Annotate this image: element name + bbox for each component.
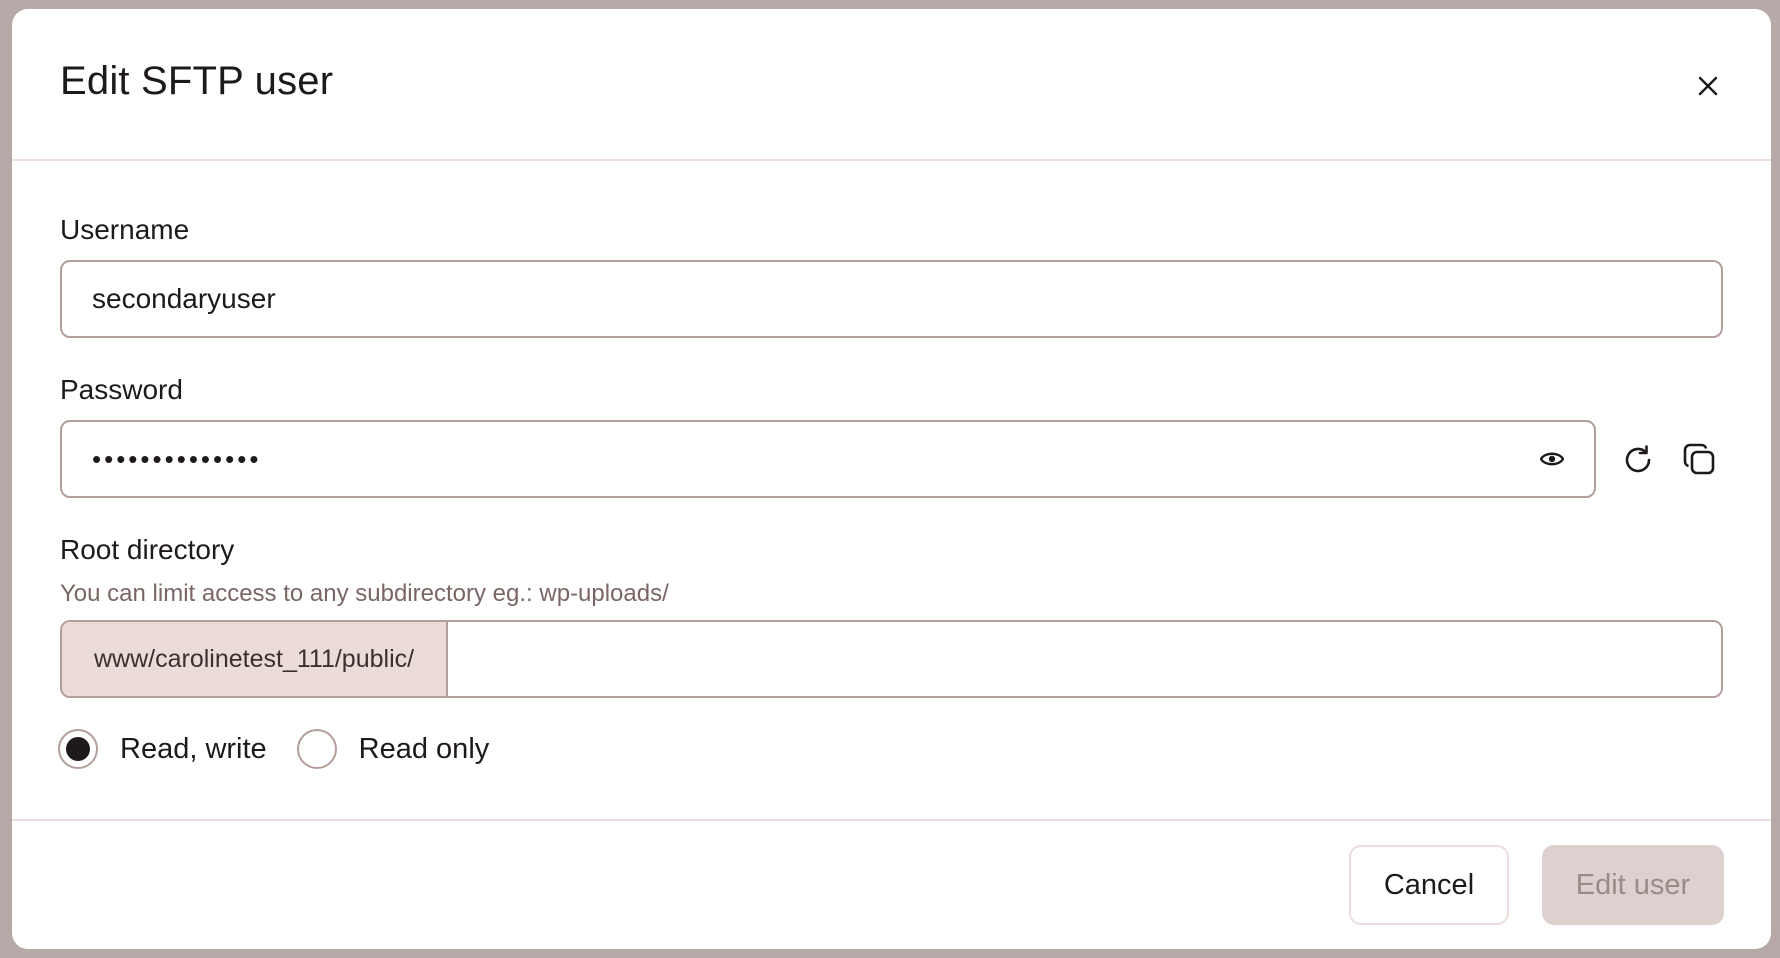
root-directory-prefix: www/carolinetest_111/public/ (62, 622, 449, 696)
root-directory-input[interactable] (448, 622, 1721, 696)
radio-read-only-circle[interactable] (296, 729, 337, 769)
edit-user-button[interactable]: Edit user (1542, 845, 1724, 925)
copy-icon (1683, 443, 1715, 475)
permissions-radio-group: Read, write Read only (58, 729, 519, 769)
refresh-icon (1625, 445, 1651, 473)
radio-read-only-label: Read only (358, 732, 490, 765)
radio-read-write[interactable]: Read, write (58, 729, 267, 769)
radio-read-write-circle[interactable] (58, 729, 98, 769)
dialog-footer: Cancel Edit user (12, 819, 1771, 949)
username-input[interactable] (60, 260, 1723, 338)
password-value: •••••••••••••• (92, 443, 262, 474)
radio-selected-dot (66, 737, 90, 761)
radio-read-only[interactable]: Read only (296, 729, 490, 769)
edit-sftp-user-dialog: Edit SFTP user Username Password •••••••… (12, 9, 1771, 949)
dialog-header: Edit SFTP user (12, 9, 1771, 161)
show-password-toggle[interactable] (1540, 451, 1564, 467)
radio-read-write-label: Read, write (120, 732, 267, 765)
close-button[interactable] (1691, 69, 1725, 103)
cancel-button[interactable]: Cancel (1349, 845, 1509, 925)
root-directory-field: www/carolinetest_111/public/ (60, 620, 1723, 698)
username-label: Username (60, 214, 190, 245)
regenerate-password-button[interactable] (1616, 438, 1660, 482)
copy-password-button[interactable] (1678, 438, 1722, 482)
root-directory-label: Root directory (60, 534, 235, 565)
dialog-title: Edit SFTP user (60, 59, 334, 103)
eye-icon (1540, 452, 1564, 466)
password-input[interactable]: •••••••••••••• (60, 420, 1596, 498)
close-icon (1698, 76, 1718, 96)
password-label: Password (60, 374, 183, 405)
root-directory-hint: You can limit access to any subdirectory… (60, 580, 669, 607)
